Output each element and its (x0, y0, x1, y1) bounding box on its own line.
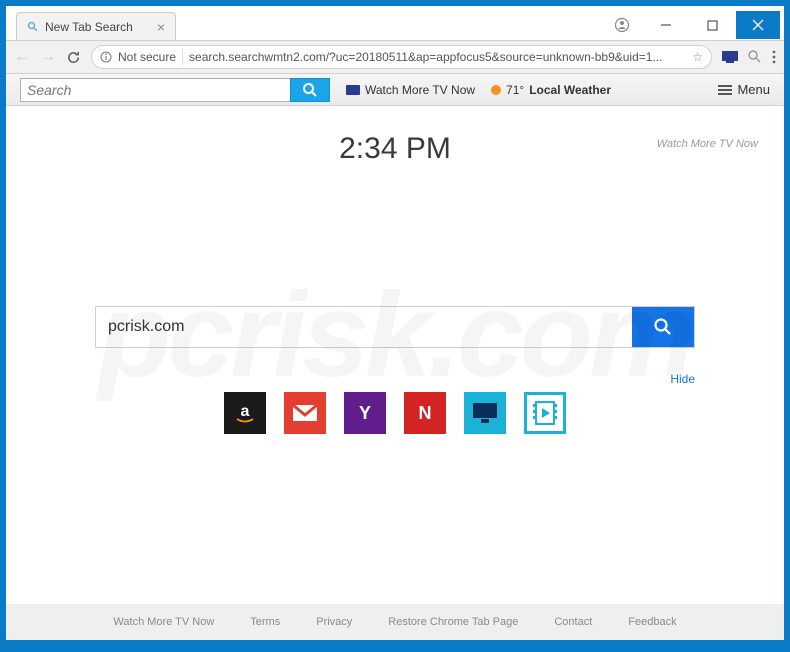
brand-link[interactable]: Watch More TV Now (657, 138, 758, 150)
close-icon (752, 19, 764, 31)
kebab-menu-icon[interactable] (772, 50, 776, 64)
url-text: search.searchwmtn2.com/?uc=20180511&ap=a… (189, 50, 686, 64)
bookmark-star-icon[interactable]: ☆ (692, 50, 703, 64)
tile-amazon[interactable]: a (224, 392, 266, 434)
page-content: pcrisk.com 2:34 PM Watch More TV Now Hid… (6, 106, 784, 604)
weather-temp: 71° (506, 83, 524, 97)
maximize-icon (707, 20, 718, 31)
tab-title: New Tab Search (45, 20, 133, 34)
browser-tab[interactable]: New Tab Search × (16, 12, 176, 40)
tile-gmail[interactable] (284, 392, 326, 434)
menu-button[interactable]: Menu (718, 82, 770, 97)
extension-icon[interactable] (722, 51, 738, 63)
watch-tv-link[interactable]: Watch More TV Now (346, 83, 475, 97)
titlebar: New Tab Search × (6, 6, 784, 40)
close-window-button[interactable] (736, 11, 780, 39)
monitor-icon (470, 400, 500, 426)
account-icon (614, 17, 630, 33)
watch-tv-label: Watch More TV Now (365, 83, 475, 97)
main-search (95, 306, 695, 348)
footer-contact[interactable]: Contact (554, 616, 592, 628)
tv-ext-icon (722, 51, 738, 63)
hamburger-icon (718, 85, 732, 95)
weather-label: Local Weather (529, 83, 611, 97)
info-icon (100, 51, 112, 63)
clock: 2:34 PM (339, 132, 451, 166)
zoom-icon[interactable] (748, 50, 762, 64)
window-controls (602, 10, 784, 40)
reload-icon (66, 50, 81, 65)
back-button[interactable]: ← (14, 48, 30, 66)
quick-links: a Y N (224, 392, 566, 434)
address-bar: ← → Not secure search.searchwmtn2.com/?u… (6, 40, 784, 74)
watermark: pcrisk.com (6, 106, 784, 604)
reload-button[interactable] (66, 50, 81, 65)
svg-text:N: N (419, 403, 432, 423)
magnify-icon (748, 50, 762, 64)
extension-toolbar: Watch More TV Now 71° Local Weather Menu (6, 74, 784, 106)
footer: Watch More TV Now Terms Privacy Restore … (6, 604, 784, 640)
tile-yahoo[interactable]: Y (344, 392, 386, 434)
separator (182, 49, 183, 65)
url-field[interactable]: Not secure search.searchwmtn2.com/?uc=20… (91, 45, 712, 69)
weather-link[interactable]: 71° Local Weather (491, 83, 611, 97)
hide-link[interactable]: Hide (95, 372, 695, 386)
account-button[interactable] (602, 11, 642, 39)
toolbar-search-input[interactable] (20, 78, 290, 102)
search-icon (302, 82, 318, 98)
search-icon (653, 317, 673, 337)
footer-privacy[interactable]: Privacy (316, 616, 352, 628)
main-search-button[interactable] (632, 307, 694, 347)
footer-watch-tv[interactable]: Watch More TV Now (113, 616, 214, 628)
footer-terms[interactable]: Terms (250, 616, 280, 628)
toolbar-search (20, 78, 330, 102)
browser-window: New Tab Search × ← → Not secure (6, 6, 784, 640)
tab-close-icon[interactable]: × (157, 19, 165, 35)
toolbar-search-button[interactable] (290, 78, 330, 102)
amazon-icon: a (231, 399, 259, 427)
dots-icon (772, 50, 776, 64)
svg-text:a: a (241, 403, 250, 420)
yahoo-icon: Y (351, 399, 379, 427)
menu-label: Menu (737, 82, 770, 97)
film-icon (530, 398, 560, 428)
gmail-icon (291, 403, 319, 423)
search-icon (27, 21, 39, 33)
tile-netflix[interactable]: N (404, 392, 446, 434)
maximize-button[interactable] (690, 11, 734, 39)
footer-restore[interactable]: Restore Chrome Tab Page (388, 616, 518, 628)
tile-film[interactable] (524, 392, 566, 434)
main-search-input[interactable] (96, 307, 632, 347)
tile-monitor[interactable] (464, 392, 506, 434)
footer-feedback[interactable]: Feedback (628, 616, 676, 628)
forward-button[interactable]: → (40, 48, 56, 66)
minimize-button[interactable] (644, 11, 688, 39)
security-label: Not secure (118, 50, 176, 64)
sun-icon (491, 85, 501, 95)
netflix-icon: N (411, 399, 439, 427)
top-line: 2:34 PM Watch More TV Now (6, 106, 784, 166)
tv-icon (346, 85, 360, 95)
svg-text:Y: Y (359, 403, 371, 423)
minimize-icon (660, 19, 672, 31)
